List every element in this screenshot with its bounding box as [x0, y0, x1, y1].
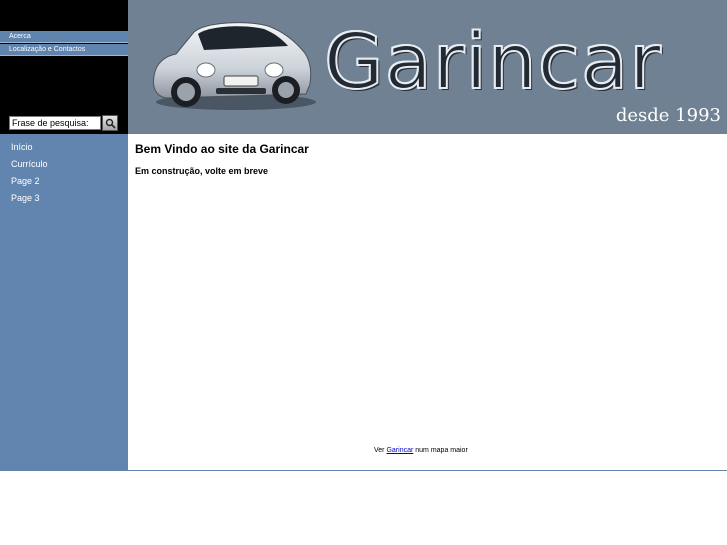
- search-button[interactable]: [102, 115, 118, 131]
- map-link[interactable]: Garincar: [386, 447, 413, 454]
- sidebar-item-home[interactable]: Início: [11, 142, 33, 152]
- map-caption-prefix: Ver: [374, 447, 385, 454]
- top-links: Acerca Localização e Contactos: [0, 31, 128, 57]
- brand-tagline: desde 1993: [615, 105, 721, 126]
- top-link-location-contacts[interactable]: Localização e Contactos: [0, 44, 128, 56]
- map-caption: Ver Garincar num mapa maior: [374, 447, 468, 454]
- brand-logo: Garincar: [323, 17, 662, 108]
- construction-notice: Em construção, volte em breve: [135, 166, 269, 176]
- page: Acerca Localização e Contactos Frase de …: [0, 0, 727, 545]
- sidebar-item-curriculum[interactable]: Currículo: [11, 159, 48, 169]
- car-icon: [153, 22, 316, 110]
- map-caption-suffix: num mapa maior: [415, 447, 468, 454]
- top-link-about[interactable]: Acerca: [0, 31, 128, 43]
- sidebar: Início Currículo Page 2 Page 3: [0, 134, 128, 471]
- page-title: Bem Vindo ao site da Garincar: [135, 142, 309, 156]
- main-content: Bem Vindo ao site da Garincar Em constru…: [128, 134, 727, 471]
- sidebar-item-page-2[interactable]: Page 2: [11, 176, 40, 186]
- header-banner: Garincar desde 1993: [128, 0, 727, 134]
- top-left-header: Acerca Localização e Contactos: [0, 0, 128, 134]
- search-form: [9, 115, 121, 131]
- sidebar-item-page-3[interactable]: Page 3: [11, 193, 40, 203]
- search-input[interactable]: [9, 116, 101, 130]
- search-icon: [105, 118, 116, 129]
